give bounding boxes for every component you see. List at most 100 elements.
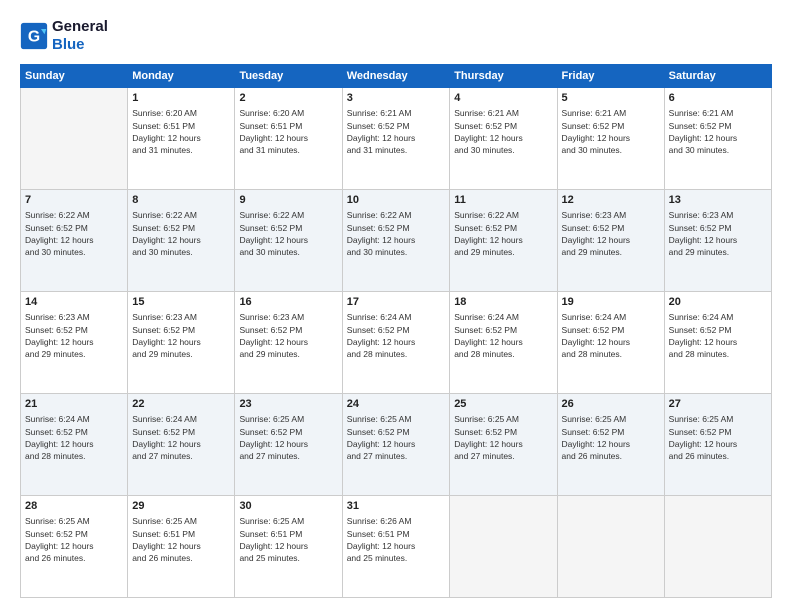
calendar-cell: 15Sunrise: 6:23 AM Sunset: 6:52 PM Dayli… bbox=[128, 292, 235, 394]
calendar-cell: 3Sunrise: 6:21 AM Sunset: 6:52 PM Daylig… bbox=[342, 88, 449, 190]
calendar-cell bbox=[21, 88, 128, 190]
calendar-cell bbox=[557, 496, 664, 598]
calendar-cell: 23Sunrise: 6:25 AM Sunset: 6:52 PM Dayli… bbox=[235, 394, 342, 496]
day-number: 22 bbox=[132, 397, 230, 412]
calendar-table: SundayMondayTuesdayWednesdayThursdayFrid… bbox=[20, 64, 772, 598]
calendar-cell: 31Sunrise: 6:26 AM Sunset: 6:51 PM Dayli… bbox=[342, 496, 449, 598]
calendar-cell: 16Sunrise: 6:23 AM Sunset: 6:52 PM Dayli… bbox=[235, 292, 342, 394]
day-number: 3 bbox=[347, 91, 445, 106]
day-number: 12 bbox=[562, 193, 660, 208]
day-info: Sunrise: 6:21 AM Sunset: 6:52 PM Dayligh… bbox=[669, 107, 767, 156]
day-number: 2 bbox=[239, 91, 337, 106]
day-number: 29 bbox=[132, 499, 230, 514]
col-header-tuesday: Tuesday bbox=[235, 65, 342, 88]
day-number: 9 bbox=[239, 193, 337, 208]
day-number: 13 bbox=[669, 193, 767, 208]
day-info: Sunrise: 6:21 AM Sunset: 6:52 PM Dayligh… bbox=[562, 107, 660, 156]
day-info: Sunrise: 6:25 AM Sunset: 6:51 PM Dayligh… bbox=[132, 515, 230, 564]
calendar-cell: 11Sunrise: 6:22 AM Sunset: 6:52 PM Dayli… bbox=[450, 190, 557, 292]
day-info: Sunrise: 6:25 AM Sunset: 6:52 PM Dayligh… bbox=[669, 413, 767, 462]
day-number: 24 bbox=[347, 397, 445, 412]
day-info: Sunrise: 6:23 AM Sunset: 6:52 PM Dayligh… bbox=[562, 209, 660, 258]
day-number: 5 bbox=[562, 91, 660, 106]
day-info: Sunrise: 6:25 AM Sunset: 6:52 PM Dayligh… bbox=[454, 413, 552, 462]
calendar-cell: 19Sunrise: 6:24 AM Sunset: 6:52 PM Dayli… bbox=[557, 292, 664, 394]
calendar-cell: 30Sunrise: 6:25 AM Sunset: 6:51 PM Dayli… bbox=[235, 496, 342, 598]
calendar-cell: 14Sunrise: 6:23 AM Sunset: 6:52 PM Dayli… bbox=[21, 292, 128, 394]
calendar-cell: 9Sunrise: 6:22 AM Sunset: 6:52 PM Daylig… bbox=[235, 190, 342, 292]
day-number: 18 bbox=[454, 295, 552, 310]
calendar-cell: 7Sunrise: 6:22 AM Sunset: 6:52 PM Daylig… bbox=[21, 190, 128, 292]
logo-line1: General bbox=[52, 18, 108, 36]
header: G General Blue bbox=[20, 18, 772, 54]
day-info: Sunrise: 6:22 AM Sunset: 6:52 PM Dayligh… bbox=[25, 209, 123, 258]
day-info: Sunrise: 6:24 AM Sunset: 6:52 PM Dayligh… bbox=[454, 311, 552, 360]
calendar-cell: 24Sunrise: 6:25 AM Sunset: 6:52 PM Dayli… bbox=[342, 394, 449, 496]
calendar-cell bbox=[450, 496, 557, 598]
calendar-cell: 18Sunrise: 6:24 AM Sunset: 6:52 PM Dayli… bbox=[450, 292, 557, 394]
calendar-cell: 1Sunrise: 6:20 AM Sunset: 6:51 PM Daylig… bbox=[128, 88, 235, 190]
logo-icon: G bbox=[20, 22, 48, 50]
day-info: Sunrise: 6:21 AM Sunset: 6:52 PM Dayligh… bbox=[454, 107, 552, 156]
calendar-cell: 27Sunrise: 6:25 AM Sunset: 6:52 PM Dayli… bbox=[664, 394, 771, 496]
calendar-cell: 12Sunrise: 6:23 AM Sunset: 6:52 PM Dayli… bbox=[557, 190, 664, 292]
calendar-cell: 25Sunrise: 6:25 AM Sunset: 6:52 PM Dayli… bbox=[450, 394, 557, 496]
day-info: Sunrise: 6:25 AM Sunset: 6:52 PM Dayligh… bbox=[25, 515, 123, 564]
day-number: 10 bbox=[347, 193, 445, 208]
svg-text:G: G bbox=[28, 28, 40, 45]
day-number: 27 bbox=[669, 397, 767, 412]
day-number: 25 bbox=[454, 397, 552, 412]
calendar-cell: 10Sunrise: 6:22 AM Sunset: 6:52 PM Dayli… bbox=[342, 190, 449, 292]
day-info: Sunrise: 6:22 AM Sunset: 6:52 PM Dayligh… bbox=[347, 209, 445, 258]
page: G General Blue SundayMondayTuesdayWednes… bbox=[0, 0, 792, 612]
calendar-cell: 5Sunrise: 6:21 AM Sunset: 6:52 PM Daylig… bbox=[557, 88, 664, 190]
day-number: 30 bbox=[239, 499, 337, 514]
calendar-body: 1Sunrise: 6:20 AM Sunset: 6:51 PM Daylig… bbox=[21, 88, 772, 598]
col-header-thursday: Thursday bbox=[450, 65, 557, 88]
calendar-cell: 8Sunrise: 6:22 AM Sunset: 6:52 PM Daylig… bbox=[128, 190, 235, 292]
day-info: Sunrise: 6:25 AM Sunset: 6:51 PM Dayligh… bbox=[239, 515, 337, 564]
calendar-cell: 26Sunrise: 6:25 AM Sunset: 6:52 PM Dayli… bbox=[557, 394, 664, 496]
logo-line2: Blue bbox=[52, 36, 108, 54]
day-number: 23 bbox=[239, 397, 337, 412]
day-info: Sunrise: 6:20 AM Sunset: 6:51 PM Dayligh… bbox=[132, 107, 230, 156]
calendar-cell: 2Sunrise: 6:20 AM Sunset: 6:51 PM Daylig… bbox=[235, 88, 342, 190]
day-number: 31 bbox=[347, 499, 445, 514]
calendar-cell: 6Sunrise: 6:21 AM Sunset: 6:52 PM Daylig… bbox=[664, 88, 771, 190]
calendar-header-row: SundayMondayTuesdayWednesdayThursdayFrid… bbox=[21, 65, 772, 88]
day-info: Sunrise: 6:25 AM Sunset: 6:52 PM Dayligh… bbox=[562, 413, 660, 462]
day-info: Sunrise: 6:24 AM Sunset: 6:52 PM Dayligh… bbox=[25, 413, 123, 462]
day-info: Sunrise: 6:26 AM Sunset: 6:51 PM Dayligh… bbox=[347, 515, 445, 564]
day-info: Sunrise: 6:22 AM Sunset: 6:52 PM Dayligh… bbox=[132, 209, 230, 258]
day-info: Sunrise: 6:20 AM Sunset: 6:51 PM Dayligh… bbox=[239, 107, 337, 156]
day-info: Sunrise: 6:23 AM Sunset: 6:52 PM Dayligh… bbox=[132, 311, 230, 360]
day-number: 14 bbox=[25, 295, 123, 310]
col-header-sunday: Sunday bbox=[21, 65, 128, 88]
day-info: Sunrise: 6:23 AM Sunset: 6:52 PM Dayligh… bbox=[239, 311, 337, 360]
day-info: Sunrise: 6:24 AM Sunset: 6:52 PM Dayligh… bbox=[669, 311, 767, 360]
day-info: Sunrise: 6:24 AM Sunset: 6:52 PM Dayligh… bbox=[347, 311, 445, 360]
calendar-cell: 22Sunrise: 6:24 AM Sunset: 6:52 PM Dayli… bbox=[128, 394, 235, 496]
day-number: 19 bbox=[562, 295, 660, 310]
day-number: 21 bbox=[25, 397, 123, 412]
day-info: Sunrise: 6:25 AM Sunset: 6:52 PM Dayligh… bbox=[347, 413, 445, 462]
day-info: Sunrise: 6:22 AM Sunset: 6:52 PM Dayligh… bbox=[239, 209, 337, 258]
col-header-friday: Friday bbox=[557, 65, 664, 88]
calendar-cell: 21Sunrise: 6:24 AM Sunset: 6:52 PM Dayli… bbox=[21, 394, 128, 496]
day-info: Sunrise: 6:25 AM Sunset: 6:52 PM Dayligh… bbox=[239, 413, 337, 462]
day-number: 17 bbox=[347, 295, 445, 310]
day-number: 4 bbox=[454, 91, 552, 106]
day-number: 26 bbox=[562, 397, 660, 412]
day-info: Sunrise: 6:21 AM Sunset: 6:52 PM Dayligh… bbox=[347, 107, 445, 156]
col-header-wednesday: Wednesday bbox=[342, 65, 449, 88]
day-info: Sunrise: 6:23 AM Sunset: 6:52 PM Dayligh… bbox=[669, 209, 767, 258]
day-info: Sunrise: 6:24 AM Sunset: 6:52 PM Dayligh… bbox=[132, 413, 230, 462]
calendar-cell: 17Sunrise: 6:24 AM Sunset: 6:52 PM Dayli… bbox=[342, 292, 449, 394]
day-number: 1 bbox=[132, 91, 230, 106]
day-info: Sunrise: 6:24 AM Sunset: 6:52 PM Dayligh… bbox=[562, 311, 660, 360]
week-row-5: 28Sunrise: 6:25 AM Sunset: 6:52 PM Dayli… bbox=[21, 496, 772, 598]
day-number: 20 bbox=[669, 295, 767, 310]
calendar-cell: 29Sunrise: 6:25 AM Sunset: 6:51 PM Dayli… bbox=[128, 496, 235, 598]
calendar-cell: 20Sunrise: 6:24 AM Sunset: 6:52 PM Dayli… bbox=[664, 292, 771, 394]
day-number: 6 bbox=[669, 91, 767, 106]
